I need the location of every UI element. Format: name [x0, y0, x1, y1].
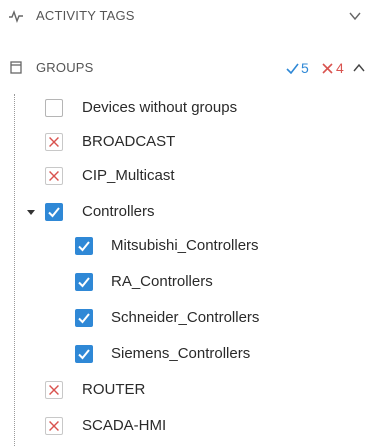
- group-checkbox[interactable]: [75, 345, 93, 363]
- group-row[interactable]: SCADA-HMI: [0, 414, 368, 440]
- subgroup-row[interactable]: Siemens_Controllers: [0, 342, 368, 368]
- group-label: SCADA-HMI: [82, 417, 167, 434]
- group-checkbox[interactable]: [45, 99, 63, 117]
- x-icon: [49, 385, 59, 395]
- group-label: CIP_Multicast: [82, 167, 175, 184]
- group-row[interactable]: CIP_Multicast: [0, 164, 368, 190]
- group-checkbox[interactable]: [75, 309, 93, 327]
- group-label: ROUTER: [82, 381, 146, 398]
- group-label: BROADCAST: [82, 133, 176, 150]
- groups-header[interactable]: GROUPS 5 4: [0, 53, 368, 83]
- x-icon: [49, 421, 59, 431]
- group-checkbox[interactable]: [75, 273, 93, 291]
- chevron-up-icon[interactable]: [352, 61, 366, 75]
- group-row[interactable]: Controllers: [0, 200, 368, 226]
- group-checkbox[interactable]: [45, 381, 63, 399]
- group-checkbox[interactable]: [45, 417, 63, 435]
- group-label: Devices without groups: [82, 99, 238, 116]
- subgroup-row[interactable]: RA_Controllers: [0, 270, 368, 296]
- subgroup-row[interactable]: Schneider_Controllers: [0, 306, 368, 332]
- group-checkbox[interactable]: [45, 133, 63, 151]
- check-count-icon: [286, 63, 299, 74]
- included-count: 5: [301, 60, 309, 76]
- activity-pulse-icon: [9, 9, 23, 24]
- x-icon: [49, 137, 59, 147]
- group-label: Controllers: [82, 203, 155, 220]
- subgroup-row[interactable]: Mitsubishi_Controllers: [0, 234, 368, 260]
- excluded-count: 4: [336, 60, 344, 76]
- x-icon: [49, 171, 59, 181]
- group-label: RA_Controllers: [111, 273, 213, 290]
- chevron-down-icon[interactable]: [348, 9, 362, 23]
- x-count-icon: [322, 63, 333, 74]
- group-row[interactable]: Devices without groups: [0, 96, 368, 122]
- group-checkbox[interactable]: [75, 237, 93, 255]
- group-row[interactable]: ROUTER: [0, 378, 368, 404]
- groups-title: GROUPS: [36, 60, 94, 75]
- group-row[interactable]: BROADCAST: [0, 130, 368, 156]
- group-checkbox[interactable]: [45, 167, 63, 185]
- group-checkbox[interactable]: [45, 203, 63, 221]
- check-icon: [78, 313, 90, 324]
- caret-down-icon[interactable]: [25, 206, 37, 218]
- activity-tags-header[interactable]: ACTIVITY TAGS: [0, 1, 368, 31]
- check-icon: [48, 207, 60, 218]
- window-icon: [10, 61, 22, 74]
- group-label: Schneider_Controllers: [111, 309, 260, 326]
- check-icon: [78, 349, 90, 360]
- check-icon: [78, 241, 90, 252]
- group-label: Siemens_Controllers: [111, 345, 251, 362]
- check-icon: [78, 277, 90, 288]
- activity-tags-title: ACTIVITY TAGS: [36, 8, 135, 23]
- group-label: Mitsubishi_Controllers: [111, 237, 259, 254]
